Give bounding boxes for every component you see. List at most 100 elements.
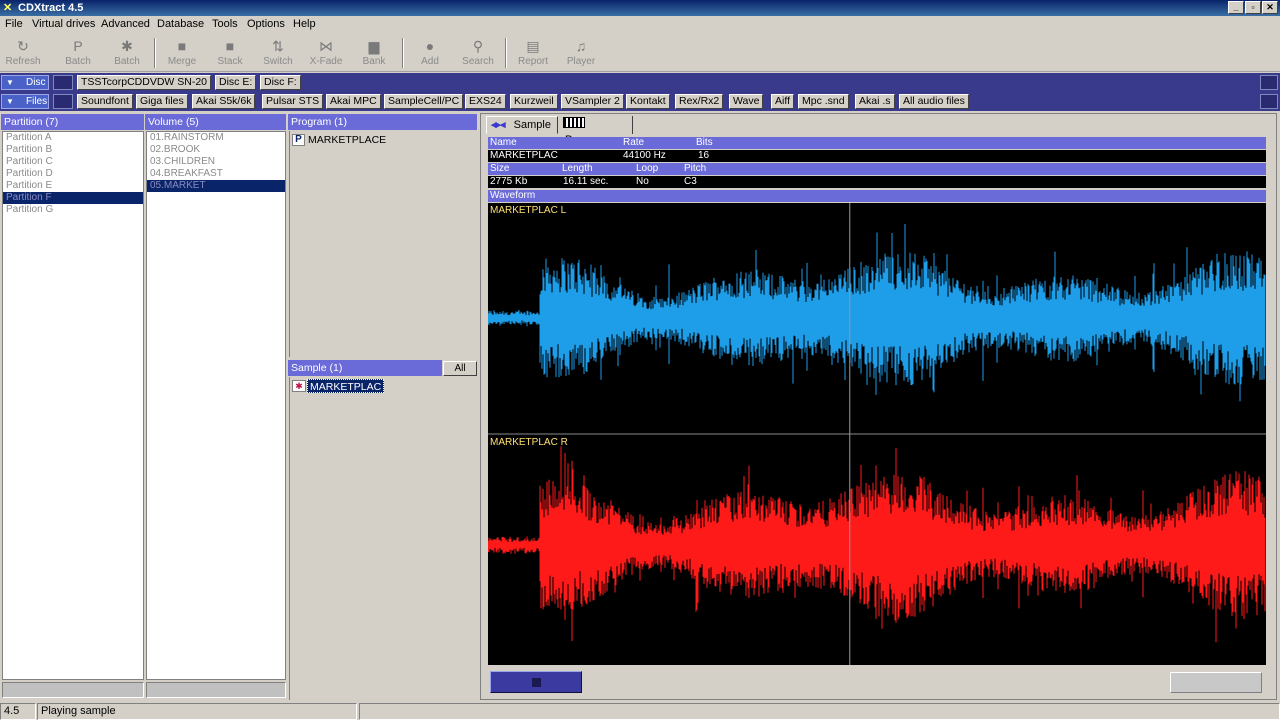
partition-item[interactable]: Partition C bbox=[3, 156, 143, 168]
switch-button[interactable]: ⇅ Switch bbox=[255, 36, 301, 70]
files-end-box bbox=[1260, 94, 1278, 109]
stop-icon bbox=[532, 678, 541, 687]
format-kurzweil[interactable]: Kurzweil bbox=[510, 94, 558, 109]
partition-item[interactable]: Partition D bbox=[3, 168, 143, 180]
format-akai-s5k[interactable]: Akai S5k/6k bbox=[192, 94, 256, 109]
program-header: Program (1) bbox=[288, 114, 477, 130]
stack-button[interactable]: ■ Stack bbox=[207, 36, 253, 70]
format-rex[interactable]: Rex/Rx2 bbox=[675, 94, 724, 109]
right-channel-label: MARKETPLAC R bbox=[490, 437, 568, 448]
sample-rate-value: 44100 Hz bbox=[623, 150, 666, 161]
info-value-row-1: MARKETPLAC 44100 Hz 16 bbox=[488, 150, 1266, 162]
sample-loop-value: No bbox=[636, 176, 649, 187]
search-icon: ⚲ bbox=[472, 38, 484, 54]
partition-header: Partition (7) bbox=[1, 114, 144, 130]
drive-e[interactable]: Disc E: bbox=[215, 75, 257, 90]
refresh-button[interactable]: ↻ Refresh bbox=[0, 36, 46, 70]
partition-item[interactable]: Partition F bbox=[3, 192, 143, 204]
volume-item[interactable]: 02.BROOK bbox=[147, 144, 285, 156]
tab-sample[interactable]: ◂▸◂ Sample bbox=[486, 116, 558, 134]
bank-button[interactable]: ▆ Bank bbox=[351, 36, 397, 70]
menu-virtual-drives[interactable]: Virtual drives bbox=[32, 18, 95, 30]
report-button[interactable]: ▤ Report bbox=[510, 36, 556, 70]
disc-end-box bbox=[1260, 75, 1278, 90]
triangle-down-icon: ▼ bbox=[6, 78, 14, 87]
toolbar: ↻ Refresh P Batch ✱ Batch ■ Merge ■ Stack ⇅ Sw… bbox=[0, 34, 1280, 72]
program-icon: P bbox=[292, 134, 305, 146]
xfade-button[interactable]: ⋈ X-Fade bbox=[303, 36, 349, 70]
volume-item[interactable]: 05.MARKET bbox=[147, 180, 285, 192]
format-samplecell[interactable]: SampleCell/PC bbox=[384, 94, 464, 109]
format-akai-s[interactable]: Akai .s bbox=[855, 94, 895, 109]
waveform-display[interactable]: MARKETPLAC L MARKETPLAC R bbox=[488, 203, 1266, 665]
menu-database[interactable]: Database bbox=[157, 18, 204, 30]
format-kontakt[interactable]: Kontakt bbox=[626, 94, 670, 109]
stop-button[interactable] bbox=[490, 671, 582, 693]
triangle-down-icon: ▼ bbox=[6, 97, 14, 106]
waveform-right-channel bbox=[488, 446, 1266, 643]
right-action-button[interactable] bbox=[1170, 672, 1262, 693]
sample-header: Sample (1) bbox=[288, 360, 442, 376]
drive-f[interactable]: Disc F: bbox=[260, 75, 301, 90]
player-icon: ♫ bbox=[575, 38, 587, 54]
partition-item[interactable]: Partition A bbox=[3, 132, 143, 144]
program-item[interactable]: MARKETPLACE bbox=[308, 134, 386, 146]
add-button[interactable]: ● Add bbox=[407, 36, 453, 70]
menu-bar: File Virtual drives Advanced Database To… bbox=[0, 16, 1280, 34]
format-vsampler[interactable]: VSampler 2 bbox=[561, 94, 624, 109]
sample-wave-icon: ✱ bbox=[292, 380, 306, 392]
sample-tab-icon: ◂▸◂ bbox=[491, 119, 506, 131]
format-exs24[interactable]: EXS24 bbox=[465, 94, 506, 109]
files-toggle[interactable]: ▼ Files bbox=[1, 94, 49, 109]
waveform-svg bbox=[488, 203, 1266, 665]
sample-item[interactable]: MARKETPLAC bbox=[307, 379, 385, 393]
menu-advanced[interactable]: Advanced bbox=[101, 18, 150, 30]
menu-tools[interactable]: Tools bbox=[212, 18, 238, 30]
search-button[interactable]: ⚲ Search bbox=[455, 36, 501, 70]
menu-help[interactable]: Help bbox=[293, 18, 316, 30]
format-pulsar[interactable]: Pulsar STS bbox=[262, 94, 324, 109]
all-button[interactable]: All bbox=[443, 361, 477, 376]
player-button[interactable]: ♫ Player bbox=[558, 36, 604, 70]
volume-list[interactable]: 01.RAINSTORM 02.BROOK 03.CHILDREN 04.BREAKF… bbox=[146, 131, 286, 680]
status-version: 4.5 bbox=[0, 703, 36, 720]
disc-bar: ▼ Disc TSSTcorpCDDVDW SN-20 Disc E: Disc … bbox=[0, 73, 1280, 92]
toolbar-separator bbox=[154, 38, 156, 68]
sample-list[interactable]: ✱ MARKETPLAC bbox=[289, 377, 477, 700]
files-box bbox=[53, 94, 73, 109]
program-list[interactable]: P MARKETPLACE bbox=[289, 131, 477, 357]
format-mpc-snd[interactable]: Mpc .snd bbox=[798, 94, 849, 109]
format-akai-mpc[interactable]: Akai MPC bbox=[326, 94, 381, 109]
format-wave[interactable]: Wave bbox=[729, 94, 764, 109]
format-all-audio[interactable]: All audio files bbox=[899, 94, 969, 109]
partition-item[interactable]: Partition G bbox=[3, 204, 143, 216]
partition-item[interactable]: Partition B bbox=[3, 144, 143, 156]
volume-item[interactable]: 04.BREAKFAST bbox=[147, 168, 285, 180]
menu-file[interactable]: File bbox=[5, 18, 23, 30]
volume-item[interactable]: 03.CHILDREN bbox=[147, 156, 285, 168]
piano-icon bbox=[563, 117, 585, 128]
minimize-button[interactable]: _ bbox=[1228, 1, 1244, 14]
title-bar: ✕ CDXtract 4.5 _ ▫ ✕ bbox=[0, 0, 1280, 16]
info-header-row-1: Name Rate Bits bbox=[488, 137, 1266, 149]
close-button[interactable]: ✕ bbox=[1262, 1, 1278, 14]
volume-item[interactable]: 01.RAINSTORM bbox=[147, 132, 285, 144]
tab-program[interactable]: Program bbox=[559, 116, 633, 146]
format-aiff[interactable]: Aiff bbox=[771, 94, 794, 109]
batch-button[interactable]: P Batch bbox=[55, 36, 101, 70]
format-soundfont[interactable]: Soundfont bbox=[77, 94, 133, 109]
report-icon: ▤ bbox=[526, 38, 540, 54]
merge-button[interactable]: ■ Merge bbox=[159, 36, 205, 70]
format-giga[interactable]: Giga files bbox=[136, 94, 188, 109]
drive-tsstcorp[interactable]: TSSTcorpCDDVDW SN-20 bbox=[77, 75, 212, 90]
batch-gear-button[interactable]: ✱ Batch bbox=[104, 36, 150, 70]
maximize-button[interactable]: ▫ bbox=[1245, 1, 1261, 14]
partition-list[interactable]: Partition A Partition B Partition C Partiti… bbox=[2, 131, 144, 680]
left-channel-label: MARKETPLAC L bbox=[490, 205, 567, 216]
xfade-icon: ⋈ bbox=[319, 38, 333, 54]
disc-toggle[interactable]: ▼ Disc bbox=[1, 75, 49, 90]
partition-item[interactable]: Partition E bbox=[3, 180, 143, 192]
menu-options[interactable]: Options bbox=[247, 18, 285, 30]
app-icon: ✕ bbox=[3, 2, 13, 14]
partition-footer bbox=[2, 682, 144, 698]
